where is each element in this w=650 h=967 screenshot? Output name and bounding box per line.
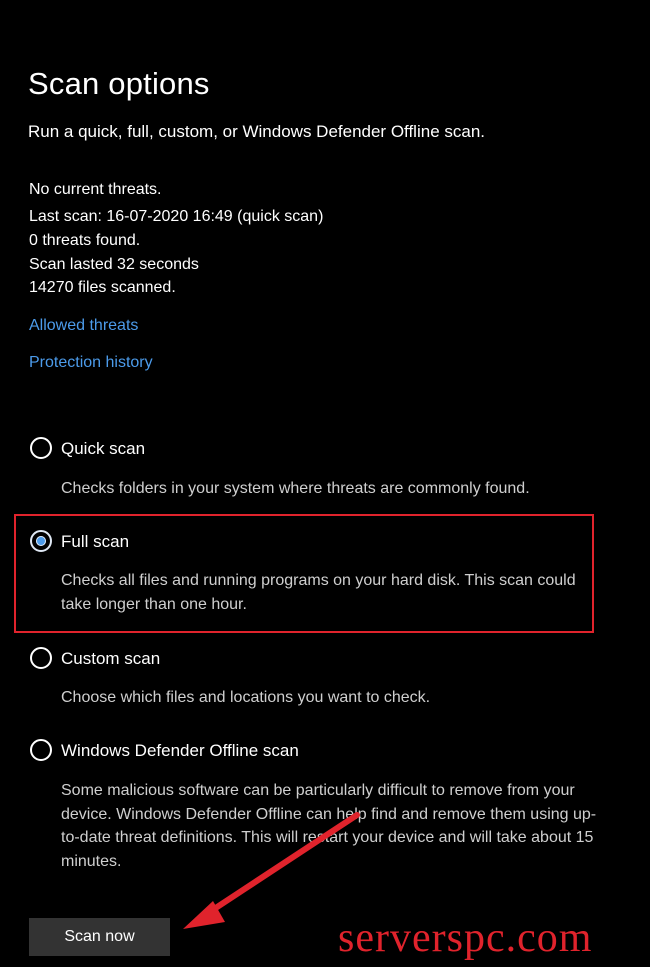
radio-selected-icon [30, 530, 52, 552]
quick-scan-radio[interactable] [29, 436, 53, 460]
scan-now-button[interactable]: Scan now [29, 918, 170, 956]
offline-scan-label[interactable]: Windows Defender Offline scan [61, 741, 299, 761]
custom-scan-description: Choose which files and locations you wan… [61, 689, 431, 706]
status-threats: No current threats. [29, 181, 162, 198]
radio-circle-icon [30, 437, 52, 459]
radio-circle-icon [30, 739, 52, 761]
status-duration: Scan lasted 32 seconds [29, 256, 199, 273]
allowed-threats-link[interactable]: Allowed threats [29, 317, 138, 335]
watermark-text: serverspc.com [338, 915, 593, 961]
quick-scan-label[interactable]: Quick scan [61, 439, 145, 459]
custom-scan-radio[interactable] [29, 646, 53, 670]
quick-scan-description: Checks folders in your system where thre… [61, 480, 530, 497]
offline-scan-description: Some malicious software can be particula… [61, 782, 597, 870]
status-found: 0 threats found. [29, 232, 141, 249]
status-last-scan: Last scan: 16-07-2020 16:49 (quick scan) [29, 208, 324, 225]
custom-scan-label[interactable]: Custom scan [61, 649, 160, 669]
offline-scan-radio[interactable] [29, 738, 53, 762]
page-subtitle: Run a quick, full, custom, or Windows De… [28, 122, 485, 141]
full-scan-description: Checks all files and running programs on… [61, 572, 576, 613]
page-title: Scan options [28, 66, 210, 101]
full-scan-label[interactable]: Full scan [61, 532, 129, 552]
status-files: 14270 files scanned. [29, 279, 176, 296]
full-scan-radio[interactable] [29, 529, 53, 553]
radio-circle-icon [30, 647, 52, 669]
protection-history-link[interactable]: Protection history [29, 354, 153, 372]
